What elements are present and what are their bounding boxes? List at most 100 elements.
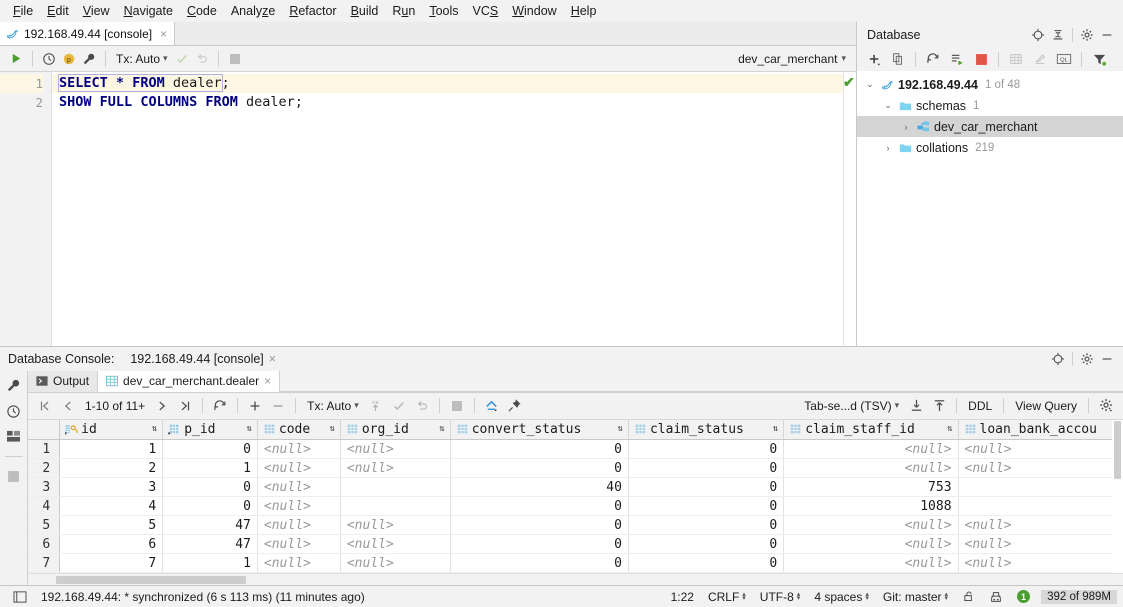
cell-id[interactable]: 1	[60, 440, 163, 459]
schema-selector[interactable]: dev_car_merchant ▾	[738, 52, 852, 66]
menu-item-view[interactable]: View	[76, 1, 117, 21]
cell-loan_bank_accou[interactable]: <null>	[958, 554, 1122, 573]
result-data-grid[interactable]: id⇅p_id⇅code⇅org_id⇅convert_status⇅claim…	[28, 419, 1123, 574]
cell-loan_bank_accou[interactable]: <null>	[958, 440, 1122, 459]
grid-vertical-scrollbar[interactable]	[1112, 420, 1123, 574]
row-number[interactable]: 5	[28, 516, 60, 535]
cell-p_id[interactable]: 47	[163, 535, 258, 554]
cell-claim_status[interactable]: 0	[628, 459, 783, 478]
row-number[interactable]: 6	[28, 535, 60, 554]
cell-loan_bank_accou[interactable]	[958, 478, 1122, 497]
layout-icon[interactable]	[6, 430, 21, 443]
grid-corner-header[interactable]	[28, 420, 60, 440]
view-query-button[interactable]: View Query	[1010, 399, 1082, 413]
chevron-right-icon[interactable]: ›	[881, 143, 895, 153]
cell-claim_staff_id[interactable]: 1088	[784, 497, 958, 516]
chevron-down-icon[interactable]: ⌄	[863, 79, 877, 90]
cell-code[interactable]: <null>	[257, 516, 340, 535]
wrench-icon[interactable]	[6, 378, 21, 393]
row-number[interactable]: 2	[28, 459, 60, 478]
output-format-selector[interactable]: Tab-se...d (TSV) ▾	[799, 399, 904, 413]
column-header-claim_status[interactable]: claim_status⇅	[628, 420, 783, 440]
export-icon[interactable]	[928, 396, 950, 416]
locate-target-icon[interactable]	[1028, 25, 1048, 45]
menu-item-help[interactable]: Help	[564, 1, 604, 21]
table-row[interactable]: 110<null><null>00<null><null>	[28, 440, 1123, 459]
table-row[interactable]: 6647<null><null>00<null><null>	[28, 535, 1123, 554]
cell-convert_status[interactable]: 0	[450, 459, 628, 478]
cell-code[interactable]: <null>	[257, 459, 340, 478]
column-header-p_id[interactable]: p_id⇅	[163, 420, 258, 440]
table-row[interactable]: 221<null><null>00<null><null>	[28, 459, 1123, 478]
cell-claim_staff_id[interactable]: <null>	[784, 459, 958, 478]
cell-convert_status[interactable]: 0	[450, 554, 628, 573]
git-branch-selector[interactable]: Git: master ▴▾	[876, 590, 955, 604]
menu-item-navigate[interactable]: Navigate	[117, 1, 180, 21]
row-number[interactable]: 4	[28, 497, 60, 516]
menu-item-tools[interactable]: Tools	[422, 1, 465, 21]
cell-id[interactable]: 4	[60, 497, 163, 516]
close-icon[interactable]: ×	[264, 374, 271, 388]
settings-gear-icon[interactable]	[1077, 349, 1097, 369]
cell-id[interactable]: 3	[60, 478, 163, 497]
sort-toggle-icon[interactable]: ⇅	[939, 424, 952, 434]
cell-org_id[interactable]: <null>	[340, 554, 450, 573]
add-plus-icon[interactable]	[863, 49, 885, 69]
tree-node-schemas[interactable]: ⌄schemas1	[857, 95, 1123, 116]
menu-item-build[interactable]: Build	[344, 1, 386, 21]
grid-horizontal-scrollbar[interactable]	[28, 573, 1123, 585]
grid-vertical-scroll-thumb[interactable]	[1114, 421, 1121, 479]
minimize-icon[interactable]	[1097, 349, 1117, 369]
row-number[interactable]: 7	[28, 554, 60, 573]
sort-toggle-icon[interactable]: ⇅	[431, 424, 444, 434]
cell-claim_staff_id[interactable]: 753	[784, 478, 958, 497]
settings-gear-icon[interactable]	[1077, 25, 1097, 45]
menu-item-file[interactable]: File	[6, 1, 40, 21]
minimize-icon[interactable]	[1097, 25, 1117, 45]
run-script-icon[interactable]	[946, 49, 968, 69]
notification-badge[interactable]: 1	[1010, 590, 1037, 603]
duplicate-icon[interactable]	[887, 49, 909, 69]
clock-history-icon[interactable]	[39, 49, 59, 69]
code-line[interactable]: SHOW FULL COLUMNS FROM dealer;	[52, 93, 843, 112]
cell-convert_status[interactable]: 0	[450, 516, 628, 535]
cell-code[interactable]: <null>	[257, 554, 340, 573]
console-ql-icon[interactable]: QL	[1053, 49, 1075, 69]
table-row[interactable]: 440<null>001088	[28, 497, 1123, 516]
caret-position[interactable]: 1:22	[664, 590, 701, 604]
cell-p_id[interactable]: 1	[163, 459, 258, 478]
table-row[interactable]: 330<null>400753	[28, 478, 1123, 497]
run-play-icon[interactable]	[6, 49, 26, 69]
cell-org_id[interactable]: <null>	[340, 516, 450, 535]
column-header-org_id[interactable]: org_id⇅	[340, 420, 450, 440]
editor-tab-console[interactable]: 192.168.49.44 [console] ×	[0, 22, 175, 45]
settings-gear-icon[interactable]	[1095, 396, 1117, 416]
import-icon[interactable]	[905, 396, 927, 416]
wrench-icon[interactable]	[79, 49, 99, 69]
cell-id[interactable]: 2	[60, 459, 163, 478]
chevron-down-icon[interactable]: ⌄	[881, 100, 895, 111]
menu-item-refactor[interactable]: Refactor	[282, 1, 343, 21]
tree-node-dev-car-merchant[interactable]: ›dev_car_merchant	[857, 116, 1123, 137]
column-header-code[interactable]: code⇅	[257, 420, 340, 440]
editor-code-area[interactable]: SELECT * FROM dealer;SHOW FULL COLUMNS F…	[52, 72, 843, 346]
cell-p_id[interactable]: 0	[163, 440, 258, 459]
table-row[interactable]: 5547<null><null>00<null><null>	[28, 516, 1123, 535]
cell-convert_status[interactable]: 0	[450, 497, 628, 516]
menu-item-run[interactable]: Run	[385, 1, 422, 21]
cell-convert_status[interactable]: 0	[450, 535, 628, 554]
cell-p_id[interactable]: 47	[163, 516, 258, 535]
cell-loan_bank_accou[interactable]: <null>	[958, 459, 1122, 478]
cell-loan_bank_accou[interactable]: <null>	[958, 516, 1122, 535]
menu-item-vcs[interactable]: VCS	[466, 1, 506, 21]
chevron-right-icon[interactable]: ›	[899, 122, 913, 132]
menu-item-analyze[interactable]: Analyze	[224, 1, 282, 21]
row-number[interactable]: 3	[28, 478, 60, 497]
cell-claim_status[interactable]: 0	[628, 516, 783, 535]
column-header-claim_staff_id[interactable]: claim_staff_id⇅	[784, 420, 958, 440]
line-separator-selector[interactable]: CRLF ▴▾	[701, 590, 753, 604]
cell-p_id[interactable]: 1	[163, 554, 258, 573]
grid-horizontal-scroll-thumb[interactable]	[56, 576, 246, 584]
cell-claim_status[interactable]: 0	[628, 497, 783, 516]
cell-code[interactable]: <null>	[257, 535, 340, 554]
